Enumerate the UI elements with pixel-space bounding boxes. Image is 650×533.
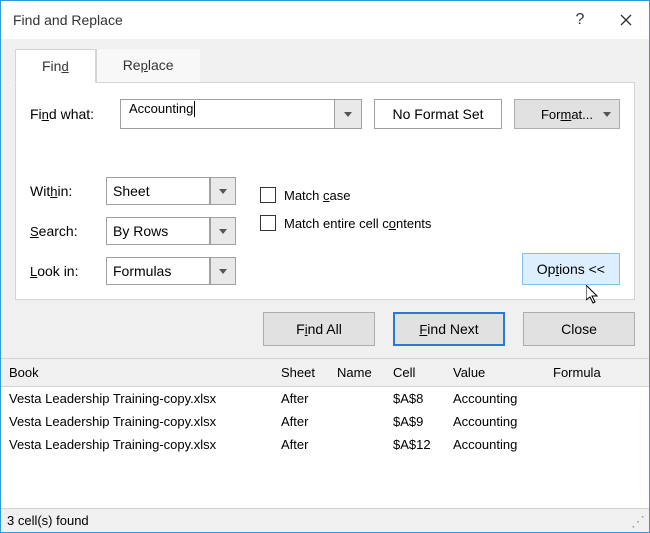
- titlebar: Find and Replace ?: [1, 1, 649, 39]
- window-title: Find and Replace: [13, 12, 557, 28]
- status-text: 3 cell(s) found: [7, 513, 89, 528]
- col-header-formula[interactable]: Formula: [553, 365, 641, 380]
- look-in-select[interactable]: Formulas: [106, 257, 210, 285]
- resize-grip-icon[interactable]: ⋰: [631, 517, 643, 525]
- help-icon[interactable]: ?: [557, 1, 603, 39]
- find-history-dropdown[interactable]: [334, 99, 362, 129]
- tab-replace[interactable]: Replace: [96, 49, 200, 83]
- chevron-down-icon: [219, 269, 227, 274]
- find-all-button[interactable]: Find All: [263, 312, 375, 346]
- chevron-down-icon: [219, 189, 227, 194]
- find-replace-dialog: Find and Replace ? Find Replace Find wha…: [0, 0, 650, 533]
- results-list: Vesta Leadership Training-copy.xlsx Afte…: [1, 387, 649, 456]
- col-header-book[interactable]: Book: [9, 365, 281, 380]
- search-label: Search:: [30, 223, 100, 239]
- col-header-name[interactable]: Name: [337, 365, 393, 380]
- tab-find[interactable]: Find: [15, 49, 96, 83]
- within-label: Within:: [30, 183, 100, 199]
- match-case-checkbox[interactable]: [260, 187, 276, 203]
- chevron-down-icon: [219, 229, 227, 234]
- options-button[interactable]: Options <<: [522, 253, 620, 285]
- close-icon[interactable]: [603, 1, 649, 39]
- match-case-label: Match case: [284, 188, 350, 203]
- statusbar: 3 cell(s) found ⋰: [1, 508, 649, 532]
- look-in-label: Look in:: [30, 263, 100, 279]
- match-entire-label: Match entire cell contents: [284, 216, 431, 231]
- find-next-button[interactable]: Find Next: [393, 312, 505, 346]
- format-preview: No Format Set: [374, 99, 502, 129]
- look-in-dropdown-button[interactable]: [210, 257, 236, 285]
- find-what-input[interactable]: Accounting: [120, 99, 362, 129]
- results-row[interactable]: Vesta Leadership Training-copy.xlsx Afte…: [1, 433, 649, 456]
- find-what-label: Find what:: [30, 106, 108, 122]
- search-dropdown-button[interactable]: [210, 217, 236, 245]
- client-area: Find Replace Find what: Accounting No Fo…: [1, 39, 649, 532]
- close-button[interactable]: Close: [523, 312, 635, 346]
- results-header: Book Sheet Name Cell Value Formula: [1, 358, 649, 387]
- format-button[interactable]: Format...: [514, 99, 620, 129]
- search-select[interactable]: By Rows: [106, 217, 210, 245]
- chevron-down-icon: [344, 112, 352, 117]
- results-row[interactable]: Vesta Leadership Training-copy.xlsx Afte…: [1, 387, 649, 410]
- within-dropdown-button[interactable]: [210, 177, 236, 205]
- col-header-sheet[interactable]: Sheet: [281, 365, 337, 380]
- find-panel: Find what: Accounting No Format Set Form…: [15, 82, 635, 300]
- results-row[interactable]: Vesta Leadership Training-copy.xlsx Afte…: [1, 410, 649, 433]
- chevron-down-icon: [603, 112, 611, 117]
- col-header-cell[interactable]: Cell: [393, 365, 453, 380]
- within-select[interactable]: Sheet: [106, 177, 210, 205]
- tab-strip: Find Replace: [15, 49, 635, 83]
- button-row: Find All Find Next Close: [1, 300, 649, 358]
- col-header-value[interactable]: Value: [453, 365, 553, 380]
- match-entire-checkbox[interactable]: [260, 215, 276, 231]
